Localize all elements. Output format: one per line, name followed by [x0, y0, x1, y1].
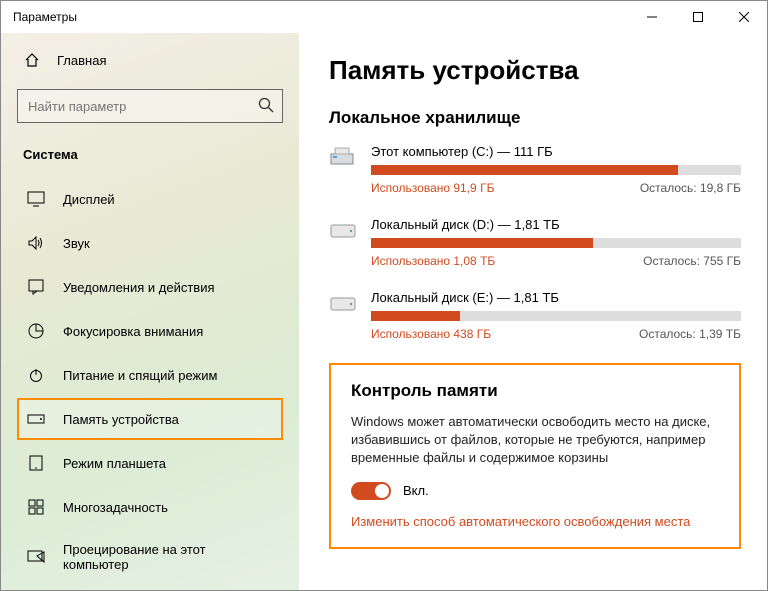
focus-icon: [27, 322, 45, 340]
notification-icon: [27, 278, 45, 296]
nav-label: Проецирование на этот компьютер: [63, 542, 273, 572]
nav-notifications[interactable]: Уведомления и действия: [17, 266, 283, 308]
drive-title: Этот компьютер (C:) — 111 ГБ: [371, 144, 741, 159]
home-icon: [23, 51, 41, 69]
storage-sense-box: Контроль памяти Windows может автоматиче…: [329, 363, 741, 549]
drive-title: Локальный диск (E:) — 1,81 ТБ: [371, 290, 741, 305]
used-label: Использовано 438 ГБ: [371, 327, 491, 341]
tablet-icon: [27, 454, 45, 472]
drive-row[interactable]: Локальный диск (E:) — 1,81 ТБ Использован…: [329, 290, 741, 341]
close-button[interactable]: [721, 1, 767, 33]
nav-focus[interactable]: Фокусировка внимания: [17, 310, 283, 352]
home-nav[interactable]: Главная: [17, 43, 283, 77]
nav-label: Память устройства: [63, 412, 179, 427]
drive-row[interactable]: Этот компьютер (C:) — 111 ГБ Использовано…: [329, 144, 741, 195]
toggle-label: Вкл.: [403, 483, 429, 498]
nav-label: Режим планшета: [63, 456, 166, 471]
drive-icon: [329, 219, 357, 241]
display-icon: [27, 190, 45, 208]
usage-bar: [371, 165, 741, 175]
project-icon: [27, 548, 45, 566]
search-input[interactable]: [17, 89, 283, 123]
used-label: Использовано 91,9 ГБ: [371, 181, 494, 195]
nav-label: Многозадачность: [63, 500, 168, 515]
home-label: Главная: [57, 53, 106, 68]
nav-label: Фокусировка внимания: [63, 324, 203, 339]
storage-sense-toggle[interactable]: [351, 482, 391, 500]
nav-projecting[interactable]: Проецирование на этот компьютер: [17, 530, 283, 584]
drive-title: Локальный диск (D:) — 1,81 ТБ: [371, 217, 741, 232]
content-pane: Память устройства Локальное хранилище Эт…: [299, 33, 767, 590]
remaining-label: Осталось: 19,8 ГБ: [640, 181, 741, 195]
remaining-label: Осталось: 755 ГБ: [643, 254, 741, 268]
local-storage-heading: Локальное хранилище: [329, 108, 741, 128]
nav-storage[interactable]: Память устройства: [17, 398, 283, 440]
storage-icon: [27, 410, 45, 428]
window-title: Параметры: [13, 10, 77, 24]
nav-label: Уведомления и действия: [63, 280, 215, 295]
drive-icon: [329, 292, 357, 314]
nav-tablet[interactable]: Режим планшета: [17, 442, 283, 484]
multitask-icon: [27, 498, 45, 516]
minimize-button[interactable]: [629, 1, 675, 33]
sidebar: Главная Система Дисплей Звук Уве: [1, 33, 299, 590]
nav-display[interactable]: Дисплей: [17, 178, 283, 220]
used-label: Использовано 1,08 ТБ: [371, 254, 495, 268]
storage-sense-title: Контроль памяти: [351, 381, 719, 401]
maximize-button[interactable]: [675, 1, 721, 33]
nav-power[interactable]: Питание и спящий режим: [17, 354, 283, 396]
storage-sense-desc: Windows может автоматически освободить м…: [351, 413, 719, 468]
settings-window: Параметры Главная Система Дисплей: [0, 0, 768, 591]
change-cleanup-link[interactable]: Изменить способ автоматического освобожд…: [351, 514, 719, 529]
search-icon: [257, 96, 275, 114]
nav-label: Звук: [63, 236, 90, 251]
remaining-label: Осталось: 1,39 ТБ: [639, 327, 741, 341]
power-icon: [27, 366, 45, 384]
nav-sound[interactable]: Звук: [17, 222, 283, 264]
drive-row[interactable]: Локальный диск (D:) — 1,81 ТБ Использован…: [329, 217, 741, 268]
drive-icon: [329, 146, 357, 168]
nav-label: Дисплей: [63, 192, 115, 207]
section-title: Система: [17, 141, 283, 176]
usage-bar: [371, 311, 741, 321]
nav-multitask[interactable]: Многозадачность: [17, 486, 283, 528]
search-box[interactable]: [17, 89, 283, 123]
sound-icon: [27, 234, 45, 252]
page-title: Память устройства: [329, 55, 741, 86]
titlebar: Параметры: [1, 1, 767, 33]
usage-bar: [371, 238, 741, 248]
nav-label: Питание и спящий режим: [63, 368, 217, 383]
